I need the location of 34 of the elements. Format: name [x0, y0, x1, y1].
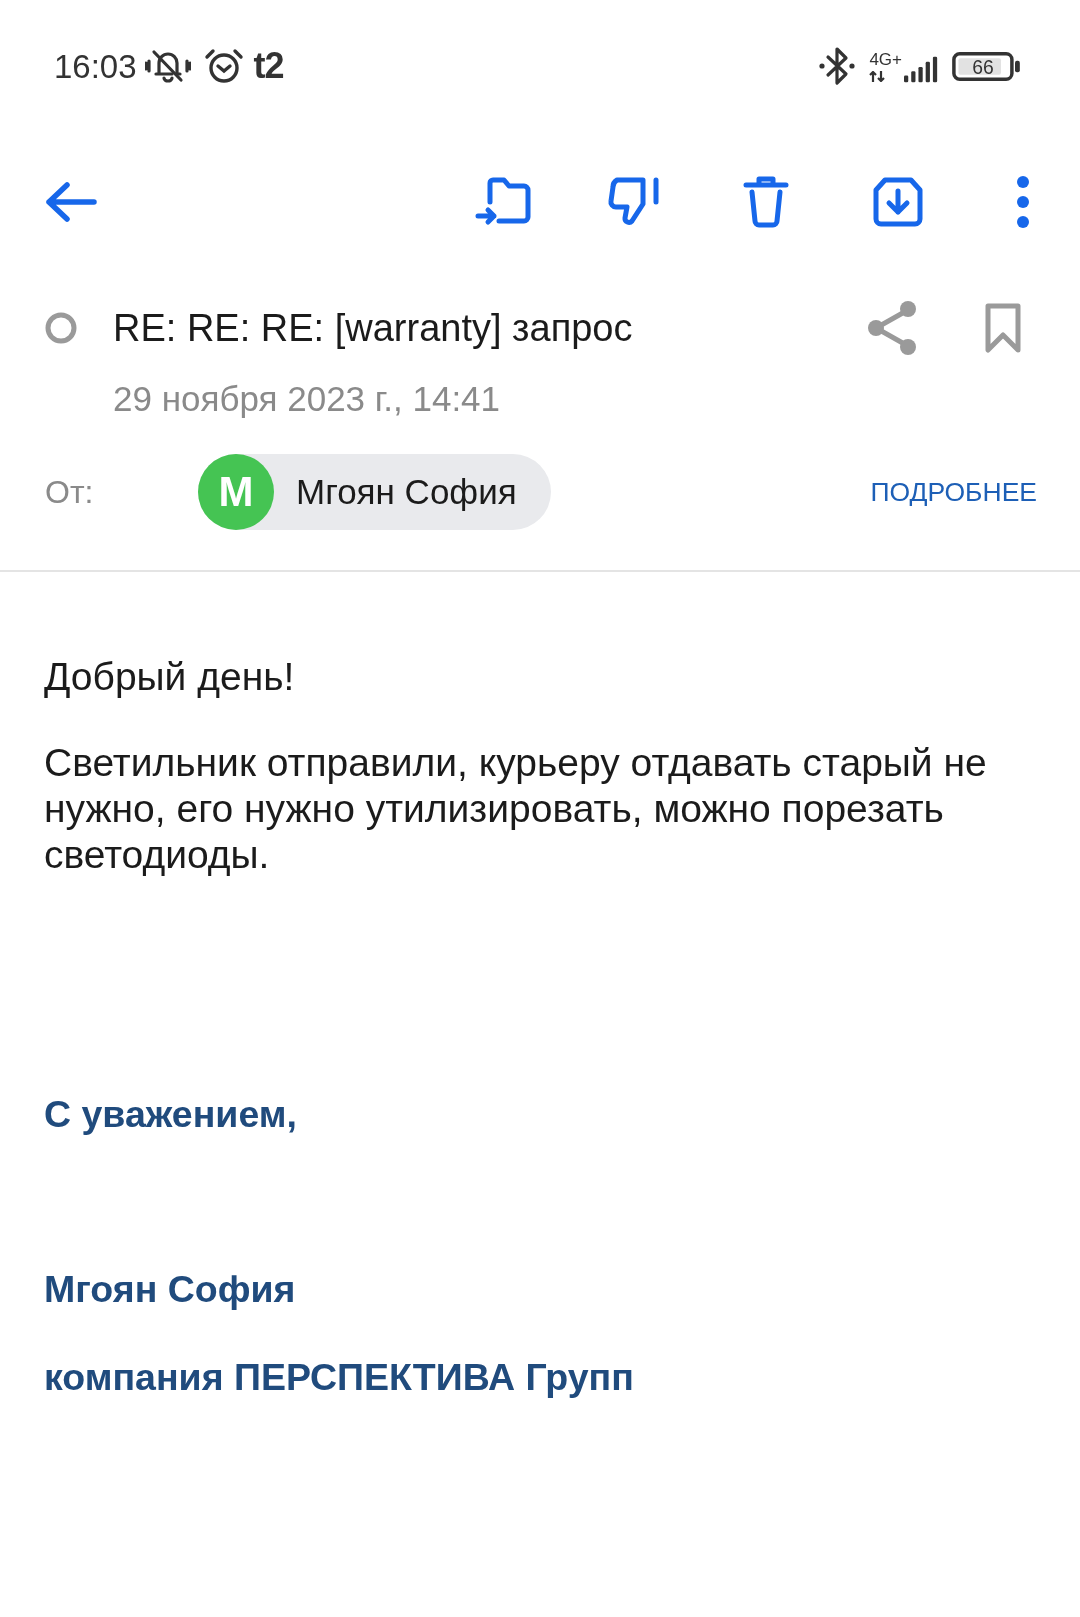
- bookmark-icon[interactable]: [985, 303, 1021, 353]
- delete-button[interactable]: [743, 176, 789, 228]
- details-link[interactable]: ПОДРОБНЕЕ: [870, 476, 1037, 508]
- email-date: 29 ноября 2023 г., 14:41: [112, 378, 502, 420]
- read-status-icon[interactable]: [45, 312, 77, 344]
- share-icon[interactable]: [866, 300, 918, 356]
- bluetooth-icon: [819, 46, 856, 86]
- signature-line: компания ПЕРСПЕКТИВА Групп: [44, 1355, 635, 1400]
- from-label: От:: [45, 473, 95, 511]
- signal-bars-icon: [904, 55, 938, 83]
- tray-arrow-icon: [872, 176, 924, 228]
- folder-arrow-icon: [475, 176, 531, 228]
- sender-avatar: М: [198, 454, 274, 530]
- arrow-left-icon: [44, 181, 98, 223]
- trash-icon: [743, 176, 789, 228]
- sender-chip[interactable]: М Мгоян София: [198, 454, 551, 530]
- network-type-label: 4G+: [869, 50, 902, 68]
- carrier-logo: t2: [253, 48, 284, 84]
- bell-slash-icon: [144, 48, 191, 84]
- battery-indicator: 66: [952, 51, 1020, 81]
- status-time: 16:03: [54, 49, 137, 83]
- sender-name: Мгоян София: [296, 472, 517, 512]
- greeting-text: Добрый день!: [44, 654, 296, 700]
- signature-line: Мгоян София: [44, 1267, 297, 1312]
- more-button[interactable]: [1016, 175, 1030, 229]
- message-paragraph: Светильник отправили, курьеру отдавать старый не нужно, его нужно утилизировать, можно порезать светодиоды.: [44, 740, 988, 878]
- more-icon: [1016, 175, 1030, 229]
- alarm-clock-icon: [203, 48, 244, 84]
- signature-line: С уважением,: [44, 1092, 298, 1137]
- archive-button[interactable]: [872, 176, 924, 228]
- move-to-folder-button[interactable]: [475, 176, 531, 228]
- data-arrows-icon: [869, 70, 886, 82]
- email-subject: RE: RE: RE: [warranty] запрос: [113, 306, 633, 350]
- back-button[interactable]: [44, 181, 98, 223]
